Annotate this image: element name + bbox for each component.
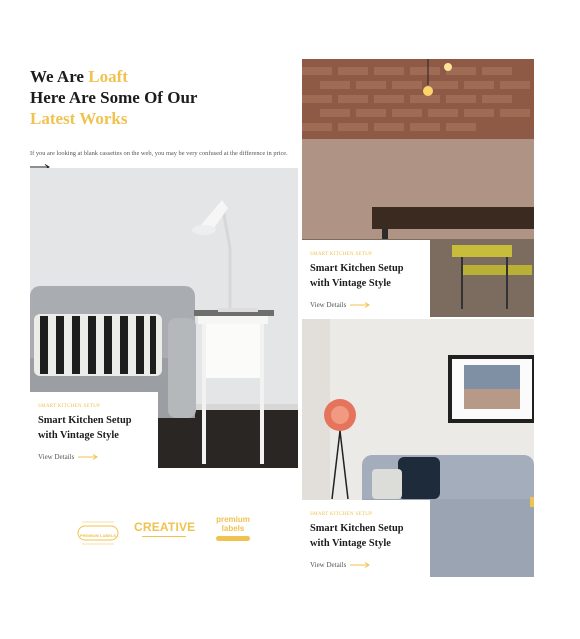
arrow-right-icon[interactable]	[350, 302, 371, 308]
work-title[interactable]: Smart Kitchen Setup with Vintage Style	[310, 261, 422, 291]
work-category: SMART KITCHEN SETUP	[310, 512, 373, 517]
section-heading: We Are Loaft Here Are Some Of Our Latest…	[30, 66, 300, 129]
logo-text: premium labels	[216, 515, 250, 533]
work-title[interactable]: Smart Kitchen Setup with Vintage Style	[310, 521, 422, 551]
client-logo-creative: CREATIVE	[134, 519, 196, 537]
logo-text: CREATIVE	[134, 519, 196, 534]
view-details-label[interactable]: View Details	[310, 301, 346, 309]
client-logos: PREMIUM LABELS CREATIVE premium labels	[72, 508, 262, 548]
work-card-3: SMART KITCHEN SETUP Smart Kitchen Setup …	[302, 500, 430, 577]
logo-ribbon	[216, 536, 250, 541]
view-details-label[interactable]: View Details	[38, 453, 74, 461]
heading-prefix: We Are	[30, 67, 84, 86]
intro-text: If you are looking at blank cassettes on…	[30, 150, 288, 157]
view-details-link[interactable]: View Details	[310, 561, 422, 569]
work-category: SMART KITCHEN SETUP	[310, 252, 373, 257]
heading-line-2: Here Are Some Of Our	[30, 88, 198, 107]
work-card-1: SMART KITCHEN SETUP Smart Kitchen Setup …	[30, 392, 158, 468]
work-category: SMART KITCHEN SETUP	[38, 404, 101, 409]
heading-line-1: We Are Loaft	[30, 66, 300, 87]
work-title[interactable]: Smart Kitchen Setup with Vintage Style	[38, 413, 150, 443]
view-details-label[interactable]: View Details	[310, 561, 346, 569]
arrow-right-icon[interactable]	[78, 454, 99, 460]
client-logo-premium-labels-badge: PREMIUM LABELS	[72, 518, 124, 545]
arrow-right-icon[interactable]	[350, 562, 371, 568]
work-card-2: SMART KITCHEN SETUP Smart Kitchen Setup …	[302, 240, 430, 317]
logo-divider	[142, 535, 186, 537]
view-details-link[interactable]: View Details	[310, 301, 422, 309]
client-logo-premium-labels-script: premium labels	[204, 515, 262, 541]
view-details-link[interactable]: View Details	[38, 453, 150, 461]
brand-name: Loaft	[88, 67, 128, 86]
heading-line-3: Latest Works	[30, 109, 128, 128]
